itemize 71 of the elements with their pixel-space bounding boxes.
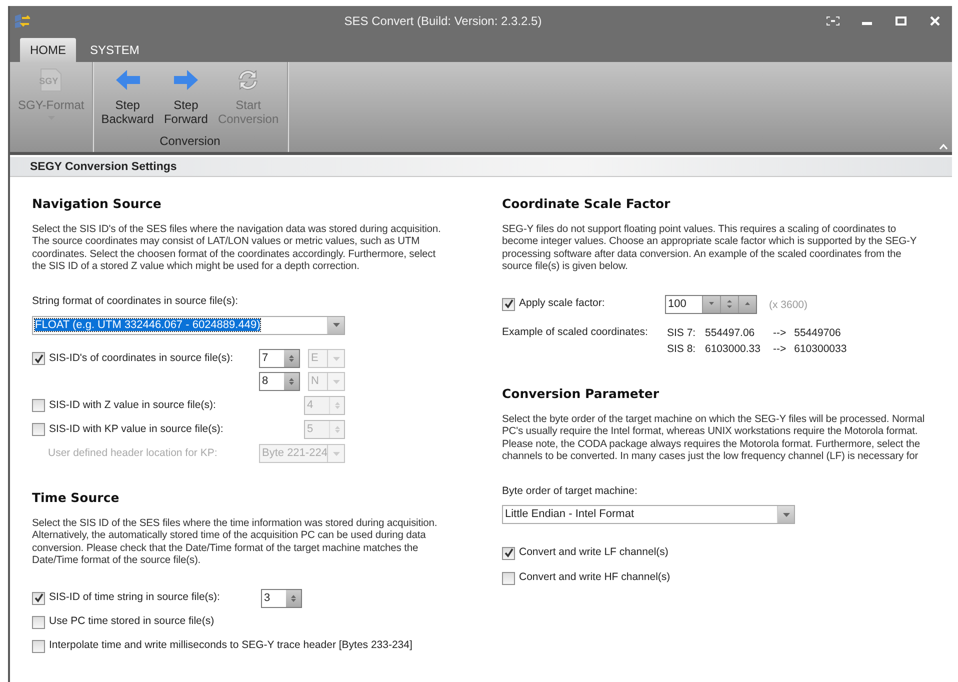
close-icon [929,16,941,26]
collapse-icon [939,144,948,150]
fullscreen-icon [826,16,840,26]
checkbox[interactable] [32,423,45,436]
spin-arrows-icon [289,354,294,364]
dropdown-arrow-icon [332,356,340,361]
dropdown-arrow-icon [332,323,340,328]
scale-note: (x 3600) [769,298,808,314]
section-description: Select the SIS ID's of the SES files where the navigation data was stored during acquisition. The source coordinates may consist of LAT/LON values or metric values, such as UTM coordinates. Select the choosen format of the coordinates accordingly. Furthermore, select the SIS ID of a stored Z value which might be used for a depth correction. [32,224,442,274]
maximize-icon [895,16,907,26]
panel-header: SEGY Conversion Settings [10,157,952,177]
coordinate-format-dropdown[interactable]: FLOAT (e.g. UTM 332446.067 - 6024889.449) [32,316,345,335]
field-label: User defined header location for KP: [48,446,218,462]
coordinate-value: 554497.06 [705,326,756,342]
sis-label: SIS 8: [667,342,697,358]
spin-box[interactable]: 3 [261,588,302,608]
checkbox-label: SIS-ID with Z value in source file(s): [49,398,216,414]
spin-arrows-icon [334,425,340,434]
right-arrow-icon [172,68,199,92]
section-title: Coordinate Scale Factor [502,196,672,211]
checkbox[interactable] [502,298,515,311]
checkbox[interactable] [32,616,45,629]
arrow-text: --> [773,326,786,342]
field-label: Example of scaled coordinates: [502,325,649,340]
checkbox[interactable] [32,640,45,653]
checkbox-label: SIS-ID with KP value in source file(s): [49,422,224,438]
field-label: Byte order of target machine: [502,484,638,500]
checkbox[interactable] [32,592,45,605]
field-label: String format of coordinates in source file(s): [32,294,240,310]
scaled-value: 610300033 [794,342,847,358]
scaled-value: 55449706 [794,326,841,342]
checkbox[interactable] [502,572,515,585]
spin-box[interactable]: 8 [259,372,300,392]
checkbox-label: Convert and write HF channel(s) [519,570,670,586]
spin-arrows-icon [291,594,296,603]
section-description: Select the SIS ID of the SES files where the time information was stored during acquisition. Alternatively, the automatically stored time of the acquisition PC can be used during data conversion. Please check that the Date/Time format of the target machine matches the Date/Time format of the source file(s). [32,518,438,568]
ribbon-button[interactable]: Step Backward [97,64,158,132]
group-label: Conversion [158,133,222,150]
left-arrow-icon [114,68,141,92]
section-description: Select the byte order of the target machine on which the SEG-Y files will be processed. Normal PC's usually require the Intel format, whereas UNIX workstations require the Motorola format. Please note, the CODA package always requires the Motorola format. Furthermore, select the channels to be converted. In many cases just the low frequency channel (LF) is necessary for [502,414,926,464]
section-title: Conversion Parameter [502,386,660,402]
checkbox-label: Convert and write LF channel(s) [519,545,668,560]
checkbox-label: Use PC time stored in source file(s) [49,614,214,630]
checkbox[interactable] [32,399,45,412]
ribbon-tab[interactable]: HOME [20,38,76,62]
arrow-text: --> [773,342,786,358]
checkbox-label: SIS-ID of time string in source file(s): [49,590,220,606]
scale-spin-box[interactable]: 100 [665,294,757,314]
spin-box[interactable]: 7 [259,349,300,368]
checkbox-label: SIS-ID's of coordinates in source file(s): [49,351,234,366]
window-title: SES Convert (Build: Version: 2.3.2.5) [343,13,543,30]
ribbon-tab[interactable]: SYSTEM [80,38,150,62]
checkbox[interactable] [32,352,45,366]
dropdown-arrow-icon [332,380,340,384]
section-title: Time Source [32,490,120,505]
spin-arrows-icon [334,401,340,410]
dropdown-arrow-icon [332,452,340,456]
spin-arrow-icon [726,300,733,308]
checkbox[interactable] [502,546,515,560]
ribbon-button[interactable]: Step Forward [160,64,212,132]
spin-arrows-icon [289,377,294,386]
dropdown-arrow-icon [782,512,790,517]
sis-label: SIS 7: [667,326,697,342]
app-logo-icon [14,13,30,29]
checkbox-label: Interpolate time and write milliseconds to SEG-Y trace header [Bytes 233-234] [49,638,412,654]
byte-order-dropdown[interactable]: Little Endian - Intel Format [502,505,795,524]
document-icon [38,68,64,92]
section-title: Navigation Source [32,196,162,211]
coordinate-value: 6103000.33 [705,342,762,358]
section-description: SEG-Y files do not support floating point values. This requires a scaling of coordinates to become integer values. Choose an appropriate scale factor which is supported by the SEG-Y processing software after data conversion. An example of the scaled coordinates from the source file(s) is given below. [502,224,918,274]
checkbox-label: Apply scale factor: [519,296,606,312]
